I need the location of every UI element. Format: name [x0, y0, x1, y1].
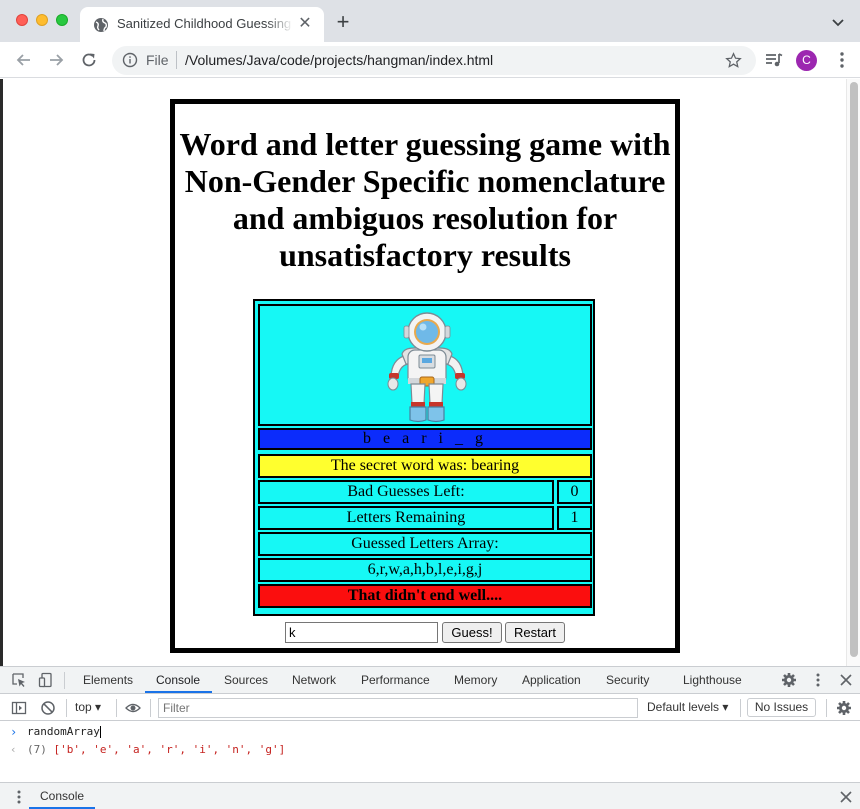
tab-application[interactable]: Application [522, 673, 581, 687]
tab-network[interactable]: Network [292, 673, 336, 687]
page-scrollbar[interactable] [846, 79, 860, 666]
browser-tab[interactable]: Sanitized Childhood Guessing Game ✕ [80, 7, 324, 42]
divider [740, 699, 741, 717]
more-vertical-icon[interactable] [11, 789, 27, 805]
guess-input[interactable] [285, 622, 438, 643]
chevron-down-icon[interactable] [830, 14, 846, 30]
url-text[interactable]: /Volumes/Java/code/projects/hangman/inde… [185, 52, 493, 68]
prompt-chevron-icon: › [10, 725, 18, 739]
divider [826, 699, 827, 717]
word-display: b e a r i _ g [258, 428, 592, 450]
tab-sources[interactable]: Sources [224, 673, 268, 687]
guessed-letters-value: 6,r,w,a,h,b,l,e,i,g,j [258, 558, 592, 582]
result-count: (7) [27, 743, 47, 756]
new-tab-button[interactable]: + [333, 11, 353, 33]
letters-remaining-value: 1 [557, 506, 592, 530]
file-scheme-label: File [146, 52, 169, 68]
console-filter-bar: top ▾ Default levels ▾ No Issues [0, 695, 860, 721]
devtools-panel: Elements Console Sources Network Perform… [0, 666, 860, 809]
image-cell [258, 304, 592, 426]
tab-title: Sanitized Childhood Guessing Game [117, 16, 293, 31]
back-arrow-icon[interactable] [14, 50, 34, 70]
page-title: Word and letter guessing game with Non-G… [179, 126, 671, 273]
reload-icon[interactable] [79, 50, 99, 70]
tab-elements[interactable]: Elements [83, 673, 133, 687]
more-vertical-icon[interactable] [810, 672, 826, 688]
game-table: b e a r i _ g The secret word was: beari… [253, 299, 595, 616]
address-bar[interactable]: File /Volumes/Java/code/projects/hangman… [112, 46, 756, 75]
status-message: That didn't end well.... [258, 584, 592, 608]
result-values: ['b', 'e', 'a', 'r', 'i', 'n', 'g'] [53, 743, 286, 756]
divider [116, 699, 117, 717]
close-tab-icon[interactable]: ✕ [296, 15, 314, 33]
bookmark-star-icon[interactable] [725, 52, 742, 69]
game-container: Word and letter guessing game with Non-G… [170, 99, 680, 653]
inspect-element-icon[interactable] [11, 672, 27, 688]
browser-toolbar: File /Volumes/Java/code/projects/hangman… [0, 42, 860, 78]
close-icon[interactable] [838, 789, 854, 805]
sidebar-toggle-icon[interactable] [11, 700, 27, 716]
address-divider [176, 51, 177, 69]
media-control-icon[interactable] [764, 50, 784, 70]
gear-icon[interactable] [781, 672, 797, 688]
browser-window: Sanitized Childhood Guessing Game ✕ + Fi… [0, 0, 860, 809]
clear-console-icon[interactable] [40, 700, 56, 716]
active-tab-indicator [145, 691, 212, 693]
forward-arrow-icon[interactable] [46, 50, 66, 70]
close-icon[interactable] [838, 672, 854, 688]
devtools-drawer-bar: Console [0, 782, 860, 809]
divider [150, 699, 151, 717]
divider [66, 699, 67, 717]
globe-icon [94, 18, 108, 32]
secret-word-message: The secret word was: bearing [258, 454, 592, 478]
result-arrow-icon: ‹ [10, 743, 17, 756]
command-text: randomArray [27, 725, 100, 738]
scrollbar-thumb[interactable] [850, 82, 858, 657]
tab-lighthouse[interactable]: Lighthouse [683, 673, 742, 687]
console-result[interactable]: (7) ['b', 'e', 'a', 'r', 'i', 'n', 'g'] [27, 743, 285, 756]
zoom-window-button[interactable] [56, 14, 68, 26]
letters-remaining-label: Letters Remaining [258, 506, 554, 530]
gear-icon[interactable] [836, 700, 852, 716]
text-caret [99, 726, 101, 738]
context-select[interactable]: top ▾ [75, 700, 101, 714]
profile-avatar[interactable]: C [796, 50, 817, 71]
page-viewport: Word and letter guessing game with Non-G… [0, 79, 860, 666]
guessed-letters-label: Guessed Letters Array: [258, 532, 592, 556]
devtools-tab-bar: Elements Console Sources Network Perform… [0, 667, 860, 694]
more-vertical-icon[interactable] [832, 50, 852, 70]
console-output[interactable]: › randomArray ‹ (7) ['b', 'e', 'a', 'r',… [0, 722, 860, 782]
minimize-window-button[interactable] [36, 14, 48, 26]
log-levels-select[interactable]: Default levels ▾ [647, 700, 728, 714]
tab-bar: Sanitized Childhood Guessing Game ✕ + [0, 0, 860, 42]
issues-button[interactable]: No Issues [747, 698, 816, 717]
bad-guesses-value: 0 [557, 480, 592, 504]
bad-guesses-label: Bad Guesses Left: [258, 480, 554, 504]
tab-console[interactable]: Console [156, 673, 200, 687]
eye-icon[interactable] [125, 700, 141, 716]
guess-button[interactable]: Guess! [442, 622, 502, 643]
restart-button[interactable]: Restart [505, 622, 565, 643]
tab-security[interactable]: Security [606, 673, 649, 687]
drawer-tab-console[interactable]: Console [29, 789, 95, 803]
tab-performance[interactable]: Performance [361, 673, 430, 687]
info-icon[interactable] [122, 52, 138, 68]
close-window-button[interactable] [16, 14, 28, 26]
divider [64, 672, 65, 689]
tab-memory[interactable]: Memory [454, 673, 497, 687]
device-toolbar-icon[interactable] [38, 672, 54, 688]
window-edge [0, 79, 3, 666]
console-command[interactable]: randomArray [27, 725, 101, 738]
console-filter-input[interactable] [158, 698, 638, 718]
astronaut-icon [387, 312, 467, 423]
